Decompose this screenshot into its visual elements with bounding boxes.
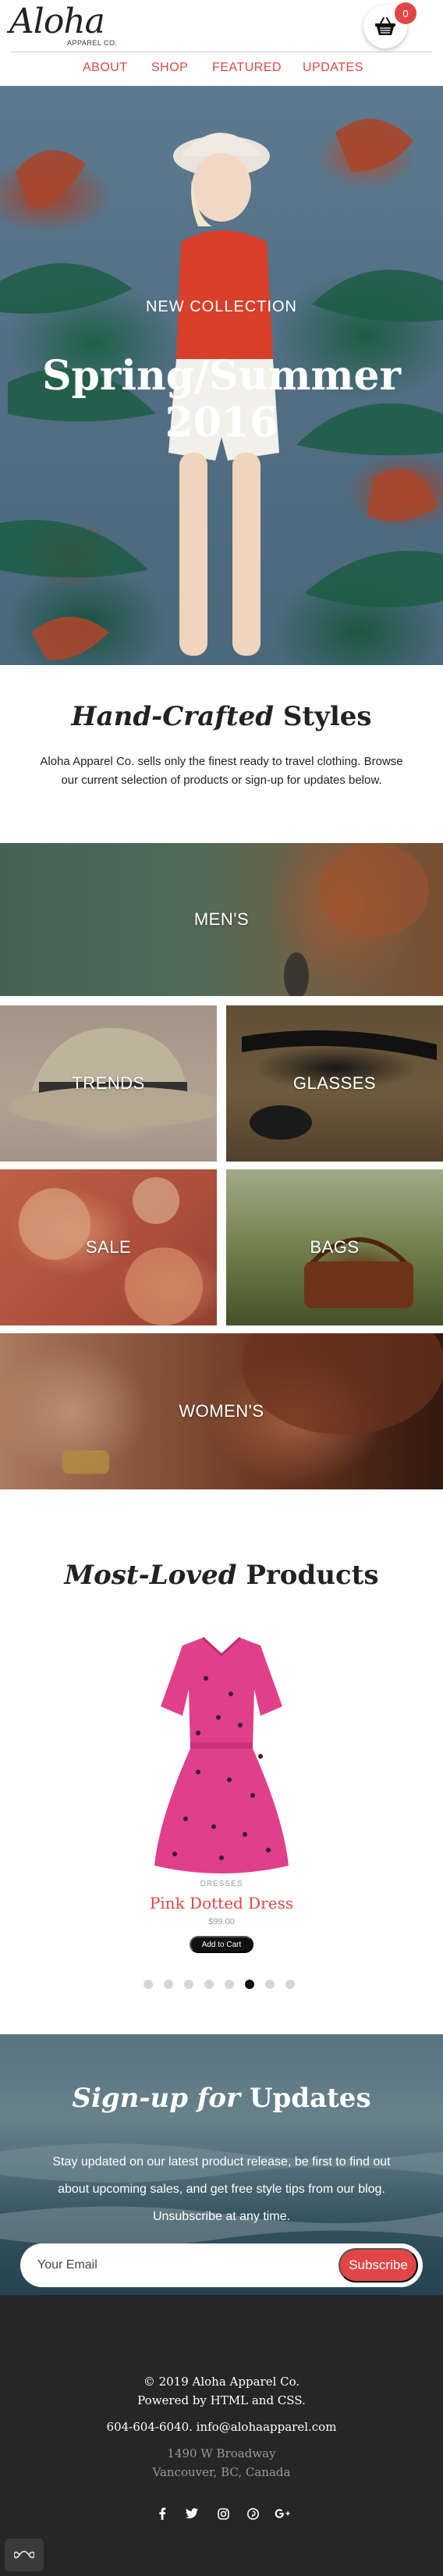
site-footer: [0, 2295, 443, 2576]
category-label-mens: MEN'S: [193, 909, 250, 929]
intro-title-bold: Styles: [282, 701, 372, 732]
google-plus-icon[interactable]: [275, 2506, 290, 2521]
instagram-icon[interactable]: [215, 2506, 231, 2521]
carousel-dot[interactable]: [204, 1980, 214, 1989]
footer-copyright: © 2019 Aloha Apparel Co.: [143, 2375, 300, 2389]
floating-menu-button[interactable]: [5, 2539, 44, 2571]
hero-title-line1: Spring/Summer: [41, 352, 402, 400]
carousel-dot[interactable]: [285, 1980, 295, 1989]
category-label-womens: WOMEN'S: [179, 1401, 264, 1421]
footer-contact[interactable]: 604-604-6040. info@alohaapparel.com: [0, 2420, 443, 2434]
main-nav: ABOUT SHOP FEATURED UPDATES: [0, 61, 443, 76]
products-title-italic: Most-Loved: [64, 1560, 237, 1591]
brand-name: Aloha: [9, 2, 105, 41]
carousel-dot[interactable]: [184, 1980, 193, 1989]
pinterest-icon[interactable]: [245, 2506, 260, 2521]
category-tile-womens[interactable]: WOMEN'S: [0, 1333, 443, 1489]
signup-text-line3: Unsubscribe at any time.: [152, 2210, 291, 2223]
email-input[interactable]: [37, 2251, 334, 2279]
footer-address-line2: Vancouver, BC, Canada: [152, 2465, 291, 2479]
add-to-cart-button[interactable]: Add to Cart: [190, 1936, 253, 1953]
products-title-bold: Products: [246, 1560, 379, 1591]
product-name[interactable]: Pink Dotted Dress: [0, 1894, 443, 1912]
cart-count-badge: 0: [395, 2, 416, 24]
brand-tagline: APPAREL CO.: [67, 39, 118, 47]
social-links: [154, 2506, 295, 2521]
hero-title: Spring/Summer 2016: [0, 353, 443, 447]
signup-description: Stay updated on our latest product relea…: [19, 2148, 424, 2230]
category-label-trends: TRENDS: [72, 1073, 145, 1093]
carousel-dot[interactable]: [164, 1980, 173, 1989]
intro-title: Hand-Crafted Styles: [0, 701, 443, 732]
subscribe-button[interactable]: Subscribe: [338, 2248, 418, 2282]
carousel-dot[interactable]: [265, 1980, 275, 1989]
category-tile-glasses[interactable]: GLASSES: [226, 1005, 443, 1162]
category-tile-mens[interactable]: MEN'S: [0, 843, 443, 996]
hero-title-line2: 2016: [165, 399, 278, 447]
infinity-icon: [14, 2550, 34, 2559]
category-label-sale: SALE: [85, 1237, 132, 1257]
nav-item-updates[interactable]: UPDATES: [303, 61, 363, 75]
hero-banner: NEW COLLECTION Spring/Summer 2016: [0, 86, 443, 665]
signup-title: Sign-up for Updates: [0, 2083, 443, 2114]
category-tile-bags[interactable]: BAGS: [226, 1169, 443, 1325]
carousel-dot[interactable]: [245, 1980, 254, 1989]
twitter-icon[interactable]: [184, 2506, 200, 2521]
footer-powered-by: Powered by HTML and CSS.: [137, 2393, 306, 2407]
signup-text-line1: Stay updated on our latest product relea…: [52, 2155, 391, 2169]
intro-description: Aloha Apparel Co. sells only the finest …: [40, 755, 403, 787]
site-header: Aloha APPAREL CO. 0 ABOUT SHOP FEATURED …: [0, 0, 443, 86]
category-label-glasses: GLASSES: [292, 1073, 377, 1093]
intro-title-italic: Hand-Crafted: [71, 701, 274, 732]
brand-logo[interactable]: Aloha APPAREL CO.: [9, 2, 117, 48]
product-image-pink-dress[interactable]: [144, 1631, 299, 1881]
carousel-dot[interactable]: [225, 1980, 234, 1989]
footer-address-line1: 1490 W Broadway: [167, 2446, 276, 2460]
carousel-pagination: [144, 1980, 299, 1989]
signup-title-italic: Sign-up for: [72, 2083, 241, 2114]
signup-text-line2: about upcoming sales, and get free style…: [58, 2183, 385, 2196]
category-label-bags: BAGS: [310, 1237, 360, 1257]
nav-item-shop[interactable]: SHOP: [151, 61, 188, 75]
signup-form: Subscribe: [20, 2243, 423, 2287]
signup-section: Sign-up for Updates Stay updated on our …: [0, 2034, 443, 2295]
category-tile-sale[interactable]: SALE: [0, 1169, 217, 1325]
shopping-basket-icon: [375, 17, 395, 35]
products-title: Most-Loved Products: [0, 1560, 443, 1591]
nav-item-about[interactable]: ABOUT: [83, 61, 128, 75]
nav-item-featured[interactable]: FEATURED: [212, 61, 282, 75]
product-category: DRESSES: [200, 1880, 243, 1888]
product-price: $99.00: [208, 1917, 235, 1927]
facebook-icon[interactable]: [154, 2506, 170, 2521]
carousel-dot[interactable]: [144, 1980, 153, 1989]
signup-title-bold: Updates: [249, 2083, 371, 2114]
category-tile-trends[interactable]: TRENDS: [0, 1005, 217, 1162]
hero-eyebrow: NEW COLLECTION: [145, 298, 298, 315]
